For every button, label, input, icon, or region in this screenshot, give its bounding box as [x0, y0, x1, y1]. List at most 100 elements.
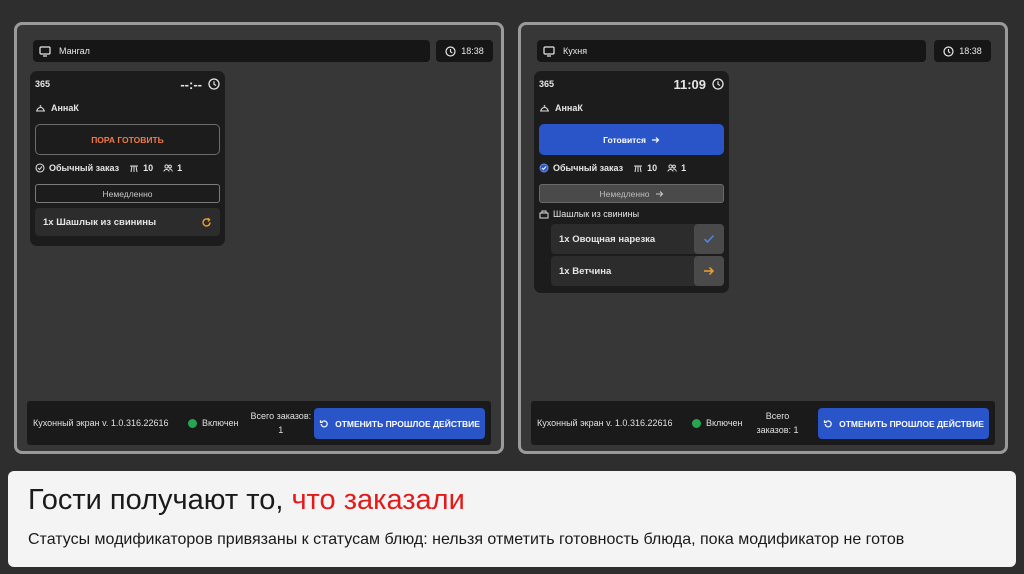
dish-label: Шашлык из свинины — [553, 209, 640, 219]
modifier-row[interactable]: 1х Овощная нарезка — [551, 224, 724, 254]
monitor-icon — [543, 45, 555, 57]
connection-status: Включен — [188, 418, 239, 428]
monitor-icon — [39, 45, 51, 57]
timing-badge[interactable]: Немедленно — [35, 184, 220, 203]
clock-time: 18:38 — [461, 46, 484, 56]
orders-total-label-2: заказов: — [756, 425, 791, 435]
waiter-name: АннаК — [555, 103, 583, 113]
status-footer: Кухонный экран v. 1.0.316.22616 Включен … — [27, 401, 491, 445]
undo-label: ОТМЕНИТЬ ПРОШЛОЕ ДЕЙСТВИЕ — [335, 418, 480, 429]
order-meta: Обычный заказ 10 1 — [30, 155, 225, 181]
undo-icon — [823, 419, 833, 429]
table-icon — [633, 163, 643, 173]
dish-row[interactable]: 1х Шашлык из свинины — [35, 208, 220, 236]
modifier-label: 1х Овощная нарезка — [559, 233, 656, 245]
caption-title-start: Гости получают то, — [28, 484, 292, 516]
table-number: 10 — [143, 163, 154, 173]
arrow-right-icon — [651, 136, 660, 144]
version-text: Кухонный экран v. 1.0.316.22616 — [33, 418, 169, 428]
timer-value: 11:09 — [673, 76, 706, 92]
caption-box: Гости получают то, что заказали Статусы … — [8, 471, 1016, 567]
dish-icon — [539, 209, 549, 219]
guests-info: 1 — [163, 163, 182, 173]
order-timer: --:-- — [180, 77, 220, 92]
order-card[interactable]: 365 11:09 АннаК Готовится Обычный заказ … — [534, 71, 729, 293]
station-bar[interactable]: Кухня — [537, 40, 926, 62]
status-footer: Кухонный экран v. 1.0.316.22616 Включен … — [531, 401, 995, 445]
version-text: Кухонный экран v. 1.0.316.22616 — [537, 418, 673, 428]
order-timer: 11:09 — [673, 77, 724, 92]
order-type-label: Обычный заказ — [49, 163, 120, 173]
undo-button[interactable]: ОТМЕНИТЬ ПРОШЛОЕ ДЕЙСТВИЕ — [314, 408, 485, 439]
clock-icon — [712, 78, 724, 90]
timing-badge[interactable]: Немедленно — [539, 184, 724, 203]
undo-label: ОТМЕНИТЬ ПРОШЛОЕ ДЕЙСТВИЕ — [839, 418, 984, 429]
clock-icon — [943, 45, 954, 57]
waiter-row: АннаК — [30, 97, 225, 119]
order-number: 365 — [539, 79, 555, 89]
caption-title: Гости получают то, что заказали — [28, 484, 465, 517]
dish-row[interactable]: Шашлык из свинины — [534, 206, 729, 222]
clock-time: 18:38 — [959, 46, 982, 56]
station-name: Кухня — [563, 46, 588, 56]
kds-screen-grill: Мангал 18:38 365 --:-- АннаК ПОРА ГОТОВИ… — [14, 22, 504, 454]
modifier-label: 1х Ветчина — [559, 265, 612, 277]
table-number: 10 — [647, 163, 658, 173]
table-icon — [129, 163, 139, 173]
cooking-status-label: Готовится — [603, 134, 646, 145]
clock: 18:38 — [436, 40, 493, 62]
clock-icon — [445, 45, 456, 57]
guests-count: 1 — [177, 163, 183, 173]
timing-label: Немедленно — [102, 188, 153, 199]
order-meta: Обычный заказ 10 1 — [534, 155, 729, 181]
order-header: 365 11:09 — [534, 71, 729, 97]
caption-title-highlight: что заказали — [291, 484, 465, 516]
kds-screen-kitchen: Кухня 18:38 365 11:09 АннаК Готовится Об… — [518, 22, 1008, 454]
order-type: Обычный заказ — [539, 163, 623, 173]
status-dot-icon — [692, 418, 701, 428]
modifier-row[interactable]: 1х Ветчина — [551, 256, 724, 286]
timer-value: --:-- — [180, 76, 202, 92]
connection-status: Включен — [692, 418, 743, 428]
orders-total-label: Всего заказов: — [250, 411, 312, 421]
waiter-icon — [539, 103, 550, 113]
caption-subtitle: Статусы модификаторов привязаны к статус… — [28, 531, 905, 548]
status-label: Включен — [202, 418, 239, 428]
guests-count: 1 — [681, 163, 687, 173]
order-header: 365 --:-- — [30, 71, 225, 97]
undo-icon — [319, 419, 329, 429]
check-icon[interactable] — [694, 224, 724, 254]
guests-icon — [163, 163, 173, 173]
station-bar[interactable]: Мангал — [33, 40, 430, 62]
order-card[interactable]: 365 --:-- АннаК ПОРА ГОТОВИТЬ Обычный за — [30, 71, 225, 246]
orders-total-label: Всего — [765, 411, 790, 421]
guests-icon — [667, 163, 677, 173]
waiter-row: АннаК — [534, 97, 729, 119]
waiter-name: АннаК — [51, 103, 79, 113]
undo-button[interactable]: ОТМЕНИТЬ ПРОШЛОЕ ДЕЙСТВИЕ — [818, 408, 989, 439]
status-label: Включен — [706, 418, 743, 428]
order-number: 365 — [35, 79, 51, 89]
clock-icon — [208, 78, 220, 90]
orders-total-value: 1 — [278, 425, 284, 435]
order-type-icon — [539, 163, 549, 173]
orders-total: Всего заказов: 1 — [757, 409, 799, 437]
arrow-right-icon — [655, 190, 664, 198]
table-info: 10 — [633, 163, 657, 173]
cooking-status-button[interactable]: Готовится — [539, 124, 724, 155]
start-cooking-label: ПОРА ГОТОВИТЬ — [91, 134, 164, 145]
clock: 18:38 — [934, 40, 991, 62]
refresh-icon[interactable] — [201, 217, 212, 228]
timing-label: Немедленно — [599, 188, 650, 199]
orders-total-value: 1 — [793, 425, 799, 435]
order-type: Обычный заказ — [35, 163, 119, 173]
order-type-label: Обычный заказ — [553, 163, 624, 173]
orders-total: Всего заказов: 1 — [251, 409, 312, 437]
table-info: 10 — [129, 163, 153, 173]
dish-label: 1х Шашлык из свинины — [43, 216, 157, 228]
guests-info: 1 — [667, 163, 686, 173]
status-dot-icon — [188, 418, 197, 428]
start-cooking-button[interactable]: ПОРА ГОТОВИТЬ — [35, 124, 220, 155]
waiter-icon — [35, 103, 46, 113]
arrow-right-icon[interactable] — [694, 256, 724, 286]
